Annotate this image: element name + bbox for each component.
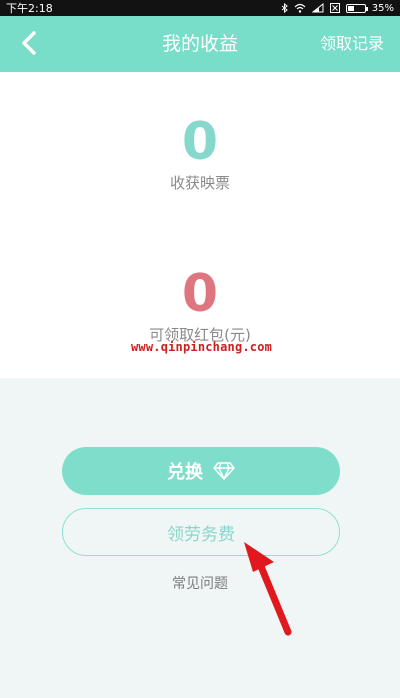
battery-percent: 35% <box>371 2 394 14</box>
status-icons: 35% <box>281 3 394 14</box>
tickets-stat: 0 收获映票 <box>0 114 400 193</box>
status-bar: 下午2:18 35% <box>0 0 400 16</box>
earnings-panel: 0 收获映票 0 可领取红包(元) <box>0 72 400 378</box>
faq-link[interactable]: 常见问题 <box>0 573 400 593</box>
claim-record-link[interactable]: 领取记录 <box>320 16 384 72</box>
exchange-label: 兑换 <box>167 462 203 483</box>
redpack-stat: 0 可领取红包(元) <box>0 266 400 345</box>
claim-fee-label: 领劳务费 <box>167 524 235 545</box>
tickets-label: 收获映票 <box>169 174 230 192</box>
diamond-icon <box>213 462 235 480</box>
red-arrow-icon <box>244 542 292 636</box>
app-header: 我的收益 领取记录 <box>0 16 400 72</box>
battery-icon <box>345 3 368 13</box>
wifi-icon <box>294 3 306 13</box>
tickets-value: 0 <box>181 112 219 172</box>
exchange-button[interactable]: 兑换 <box>62 447 340 495</box>
sim-icon <box>329 3 340 13</box>
bluetooth-icon <box>281 3 288 13</box>
signal-icon <box>311 3 324 13</box>
status-time: 下午2:18 <box>6 2 53 15</box>
redpack-value: 0 <box>181 264 219 324</box>
watermark-text: www.qinpinchang.com <box>131 340 273 354</box>
